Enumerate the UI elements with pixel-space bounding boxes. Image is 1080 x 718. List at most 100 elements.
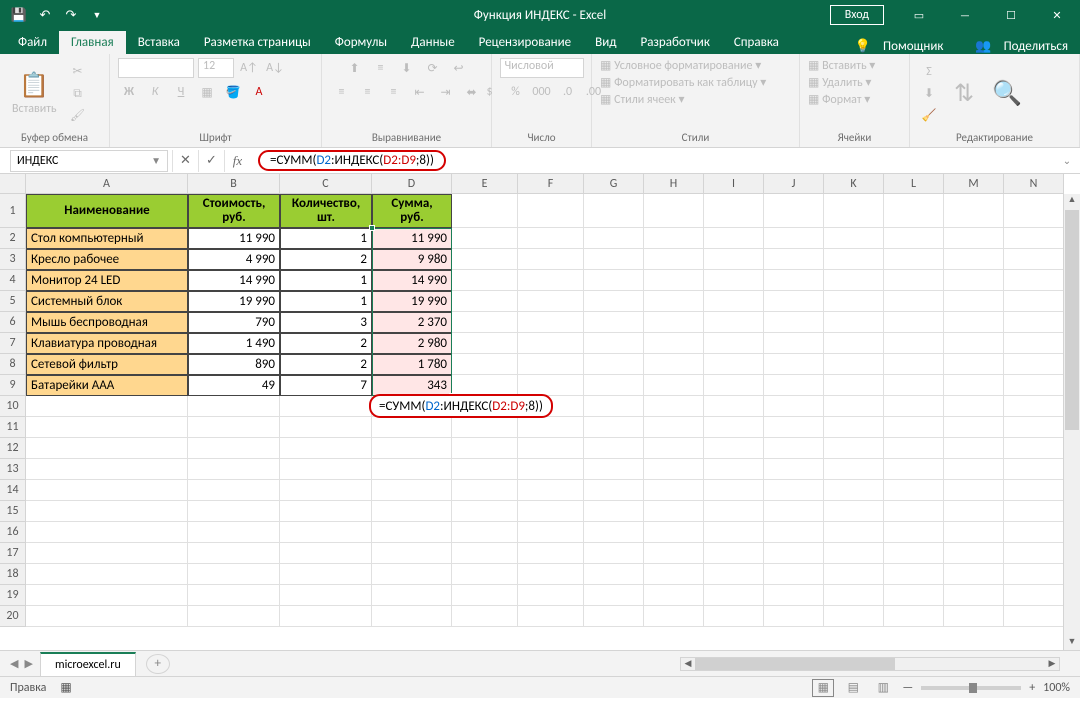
cell[interactable]	[644, 585, 704, 606]
cell-editor[interactable]: =СУММ(D2:ИНДЕКС(D2:D9;8))	[369, 394, 553, 418]
normal-view-icon[interactable]: ▦	[812, 679, 834, 697]
align-middle-icon[interactable]: ≡	[370, 58, 392, 78]
cell[interactable]	[644, 194, 704, 228]
cell[interactable]	[764, 396, 824, 417]
row-header[interactable]: 7	[0, 333, 26, 354]
maximize-icon[interactable]: ☐	[988, 0, 1034, 30]
cell[interactable]	[452, 270, 518, 291]
cut-icon[interactable]: ✂	[67, 62, 89, 82]
cell[interactable]	[280, 396, 372, 417]
table-header[interactable]: Стоимость,руб.	[188, 194, 280, 228]
cell[interactable]	[764, 543, 824, 564]
cell[interactable]	[584, 249, 644, 270]
page-break-view-icon[interactable]: ▥	[872, 679, 894, 697]
cell[interactable]	[26, 459, 188, 480]
table-cell-sum[interactable]: 2 980	[372, 333, 452, 354]
cell[interactable]	[704, 522, 764, 543]
enter-formula-icon[interactable]: ✓	[198, 150, 224, 172]
clear-icon[interactable]: 🧹	[918, 106, 940, 126]
cell[interactable]	[644, 501, 704, 522]
cell[interactable]	[944, 194, 1004, 228]
table-cell-name[interactable]: Монитор 24 LED	[26, 270, 188, 291]
cell[interactable]	[452, 375, 518, 396]
cell[interactable]	[644, 375, 704, 396]
cell[interactable]	[764, 333, 824, 354]
spreadsheet-grid[interactable]: ABCDEFGHIJKLMN 1234567891011121314151617…	[0, 174, 1080, 650]
column-header[interactable]: N	[1004, 174, 1064, 194]
tab-page-layout[interactable]: Разметка страницы	[192, 31, 323, 54]
cell[interactable]	[1004, 480, 1064, 501]
table-cell-name[interactable]: Клавиатура проводная	[26, 333, 188, 354]
cell[interactable]	[1004, 564, 1064, 585]
table-cell-qty[interactable]: 1	[280, 291, 372, 312]
cell[interactable]	[944, 270, 1004, 291]
table-header[interactable]: Количество,шт.	[280, 194, 372, 228]
cell[interactable]	[452, 480, 518, 501]
cell[interactable]	[518, 354, 584, 375]
cell[interactable]	[944, 228, 1004, 249]
cell[interactable]	[644, 564, 704, 585]
cell[interactable]	[884, 396, 944, 417]
cell[interactable]	[644, 438, 704, 459]
cell[interactable]	[280, 438, 372, 459]
cell[interactable]	[188, 459, 280, 480]
cell[interactable]	[704, 501, 764, 522]
bold-icon[interactable]: Ж	[118, 82, 140, 102]
increase-font-icon[interactable]: A↑	[238, 58, 260, 78]
cell[interactable]	[764, 228, 824, 249]
table-cell-name[interactable]: Мышь беспроводная	[26, 312, 188, 333]
format-cells-button[interactable]: ▦ Формат ▾	[808, 92, 870, 107]
cell[interactable]	[764, 459, 824, 480]
cell[interactable]	[764, 291, 824, 312]
fill-icon[interactable]: ⬇	[918, 84, 940, 104]
cell[interactable]	[1004, 228, 1064, 249]
cell[interactable]	[584, 501, 644, 522]
cell[interactable]	[944, 480, 1004, 501]
table-header[interactable]: Сумма,руб.	[372, 194, 452, 228]
cell[interactable]	[518, 564, 584, 585]
cell[interactable]	[584, 333, 644, 354]
zoom-in-icon[interactable]: +	[1029, 681, 1035, 695]
table-cell-qty[interactable]: 3	[280, 312, 372, 333]
cell[interactable]	[584, 291, 644, 312]
cell[interactable]	[372, 501, 452, 522]
tab-formulas[interactable]: Формулы	[323, 31, 399, 54]
cell[interactable]	[452, 501, 518, 522]
cell[interactable]	[1004, 522, 1064, 543]
cell[interactable]	[944, 501, 1004, 522]
cell[interactable]	[824, 396, 884, 417]
cell[interactable]	[704, 333, 764, 354]
table-cell-sum[interactable]: 2 370	[372, 312, 452, 333]
table-cell-cost[interactable]: 49	[188, 375, 280, 396]
table-cell-name[interactable]: Сетевой фильтр	[26, 354, 188, 375]
cell[interactable]	[644, 228, 704, 249]
cell[interactable]	[518, 194, 584, 228]
cell[interactable]	[1004, 585, 1064, 606]
table-cell-qty[interactable]: 2	[280, 354, 372, 375]
cell[interactable]	[944, 249, 1004, 270]
cell[interactable]	[452, 333, 518, 354]
cell[interactable]	[280, 606, 372, 627]
cell[interactable]	[372, 438, 452, 459]
cell[interactable]	[584, 522, 644, 543]
row-header[interactable]: 6	[0, 312, 26, 333]
insert-function-icon[interactable]: fx	[224, 150, 250, 172]
cell[interactable]	[944, 312, 1004, 333]
cell[interactable]	[518, 522, 584, 543]
cell[interactable]	[644, 333, 704, 354]
paste-button[interactable]: 📋Вставить	[8, 67, 61, 120]
cell[interactable]	[452, 522, 518, 543]
table-cell-qty[interactable]: 1	[280, 270, 372, 291]
orientation-icon[interactable]: ⟳	[422, 58, 444, 78]
cell[interactable]	[644, 270, 704, 291]
cell[interactable]	[584, 375, 644, 396]
ribbon-display-icon[interactable]: ▭	[896, 0, 942, 30]
zoom-level[interactable]: 100%	[1043, 681, 1070, 695]
row-header[interactable]: 16	[0, 522, 26, 543]
cell[interactable]	[644, 606, 704, 627]
cell[interactable]	[884, 585, 944, 606]
cell[interactable]	[26, 438, 188, 459]
table-cell-cost[interactable]: 14 990	[188, 270, 280, 291]
cell[interactable]	[280, 585, 372, 606]
tab-file[interactable]: Файл	[6, 31, 59, 54]
